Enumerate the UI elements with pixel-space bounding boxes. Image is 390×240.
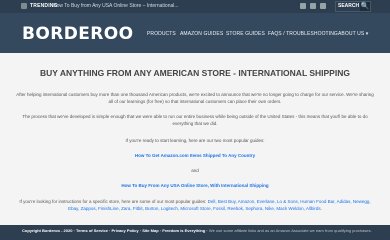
top-bar: TRENDING How To Buy from Any USA Online … [0,0,390,13]
twitter-icon[interactable] [310,3,316,9]
search-label: SEARCH [338,3,360,9]
guides-intro: If you're ready to start learning, here … [125,138,265,143]
footer-links[interactable]: · Terms of Service · Privacy Policy · Si… [72,228,208,233]
rss-icon[interactable] [320,3,326,9]
page-title: BUY ANYTHING FROM ANY AMERICAN STORE - I… [40,68,350,78]
footer-copyright: Copyright Borderoo - 2020 [22,228,73,233]
trending-icon [21,3,27,9]
footer-disclaimer: We use some affiliate links and as an Am… [208,228,372,233]
usa-store-guide-link[interactable]: How To Buy From Any USA Online Store, Wi… [0,183,390,188]
nav-products[interactable]: PRODUCTS [147,31,176,37]
store-guides-paragraph: If you're looking for instructions for a… [14,198,376,212]
search-icon[interactable]: 🔍 [360,2,370,11]
store-guides-intro: If you're looking for instructions for a… [19,199,208,204]
main-content: BUY ANYTHING FROM ANY AMERICAN STORE - I… [0,53,390,225]
chevron-down-icon: ▾ [365,31,369,37]
nav-amazon-guides[interactable]: AMAZON GUIDES [180,31,223,37]
nav-faqs[interactable]: FAQS / TROUBLESHOOTING [268,31,338,37]
nav-store-guides[interactable]: STORE GUIDES [226,31,265,37]
trending-headline-link[interactable]: How To Buy from Any USA Online Store – I… [53,3,179,9]
site-header: BORDEROO PRODUCTS AMAZON GUIDES STORE GU… [0,13,390,53]
and-text: and [191,168,199,173]
nav-about-us[interactable]: ABOUT US ▾ [338,31,368,37]
facebook-icon[interactable] [300,3,306,9]
footer-text: Copyright Borderoo - 2020 · Terms of Ser… [22,228,372,233]
process-paragraph: The process that we've developed is simp… [22,114,368,126]
site-logo[interactable]: BORDEROO [22,24,133,44]
amazon-guide-link[interactable]: How To Get Amazon.com Items Shipped To A… [0,153,390,158]
intro-paragraph: After helping international customers bu… [16,92,374,104]
site-footer: Copyright Borderoo - 2020 · Terms of Ser… [0,225,390,240]
nav-about-label: ABOUT US [338,31,365,37]
